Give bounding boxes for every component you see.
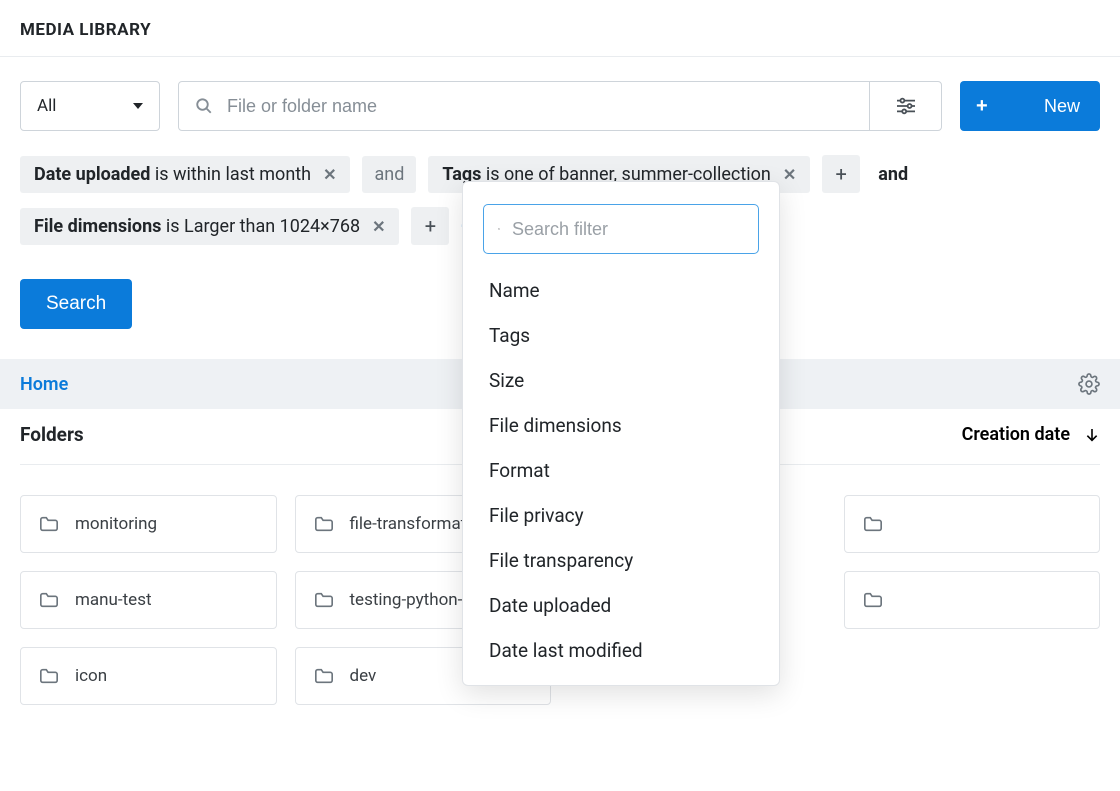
search-settings-button[interactable] [869,82,941,130]
add-filter-popover: Name Tags Size File dimensions Format Fi… [462,181,780,686]
folder-icon [312,514,336,534]
sliders-icon [895,97,917,115]
popover-search-wrap [483,204,759,254]
filter-option-size[interactable]: Size [463,358,779,403]
add-and-condition-button[interactable]: + [822,155,860,193]
new-button-label: New [1044,96,1080,117]
chevron-down-icon [133,103,143,109]
folder-card[interactable] [844,571,1101,629]
sort-label: Creation date [962,424,1070,445]
page-header: MEDIA LIBRARY [0,0,1120,57]
search-input-wrap [179,82,869,130]
filter-option-tags[interactable]: Tags [463,313,779,358]
filter-option-format[interactable]: Format [463,448,779,493]
folder-name: manu-test [75,590,152,610]
search-bar [178,81,942,131]
settings-button[interactable] [1078,373,1100,395]
filter-chip-file-dimensions[interactable]: File dimensions is Larger than 1024×768 … [20,208,399,245]
filter-and-connector[interactable]: and [362,156,416,193]
close-icon[interactable]: ✕ [372,217,385,236]
folder-icon [37,590,61,610]
add-and-condition-button[interactable]: + [411,207,449,245]
folder-icon [861,590,885,610]
close-icon[interactable]: ✕ [783,165,796,184]
close-icon[interactable]: ✕ [323,165,336,184]
type-filter-value: All [37,96,56,116]
folder-name: monitoring [75,514,157,534]
plus-icon: + [976,96,988,116]
search-icon [195,97,213,115]
search-input[interactable] [227,96,853,117]
filter-option-date-last-modified[interactable]: Date last modified [463,628,779,673]
type-filter-select[interactable]: All [20,81,160,131]
page-title: MEDIA LIBRARY [20,20,1100,40]
sort-control[interactable]: Creation date [962,424,1100,445]
folder-icon [312,666,336,686]
folder-icon [37,514,61,534]
folder-card[interactable] [844,495,1101,553]
popover-search-input[interactable] [512,219,744,240]
new-button[interactable]: + New [960,81,1100,131]
folders-heading: Folders [20,423,84,446]
toolbar: All + New [0,57,1120,131]
folder-icon [861,514,885,534]
filter-option-file-transparency[interactable]: File transparency [463,538,779,583]
filter-option-file-privacy[interactable]: File privacy [463,493,779,538]
folder-name: icon [75,666,107,686]
filter-option-file-dimensions[interactable]: File dimensions [463,403,779,448]
folder-icon [312,590,336,610]
filter-option-name[interactable]: Name [463,268,779,313]
search-button[interactable]: Search [20,279,132,329]
filters-area: Date uploaded is within last month ✕ and… [0,131,1120,329]
arrow-down-icon [1084,426,1100,444]
search-icon [498,220,500,238]
filter-option-date-uploaded[interactable]: Date uploaded [463,583,779,628]
filter-and-label: and [872,164,914,185]
folder-card[interactable]: icon [20,647,277,705]
gear-icon [1078,373,1100,395]
filter-chip-date-uploaded[interactable]: Date uploaded is within last month ✕ [20,156,350,193]
folder-icon [37,666,61,686]
folder-name: dev [350,666,377,686]
breadcrumb-home[interactable]: Home [20,374,68,395]
folder-card[interactable]: monitoring [20,495,277,553]
folder-card[interactable]: manu-test [20,571,277,629]
